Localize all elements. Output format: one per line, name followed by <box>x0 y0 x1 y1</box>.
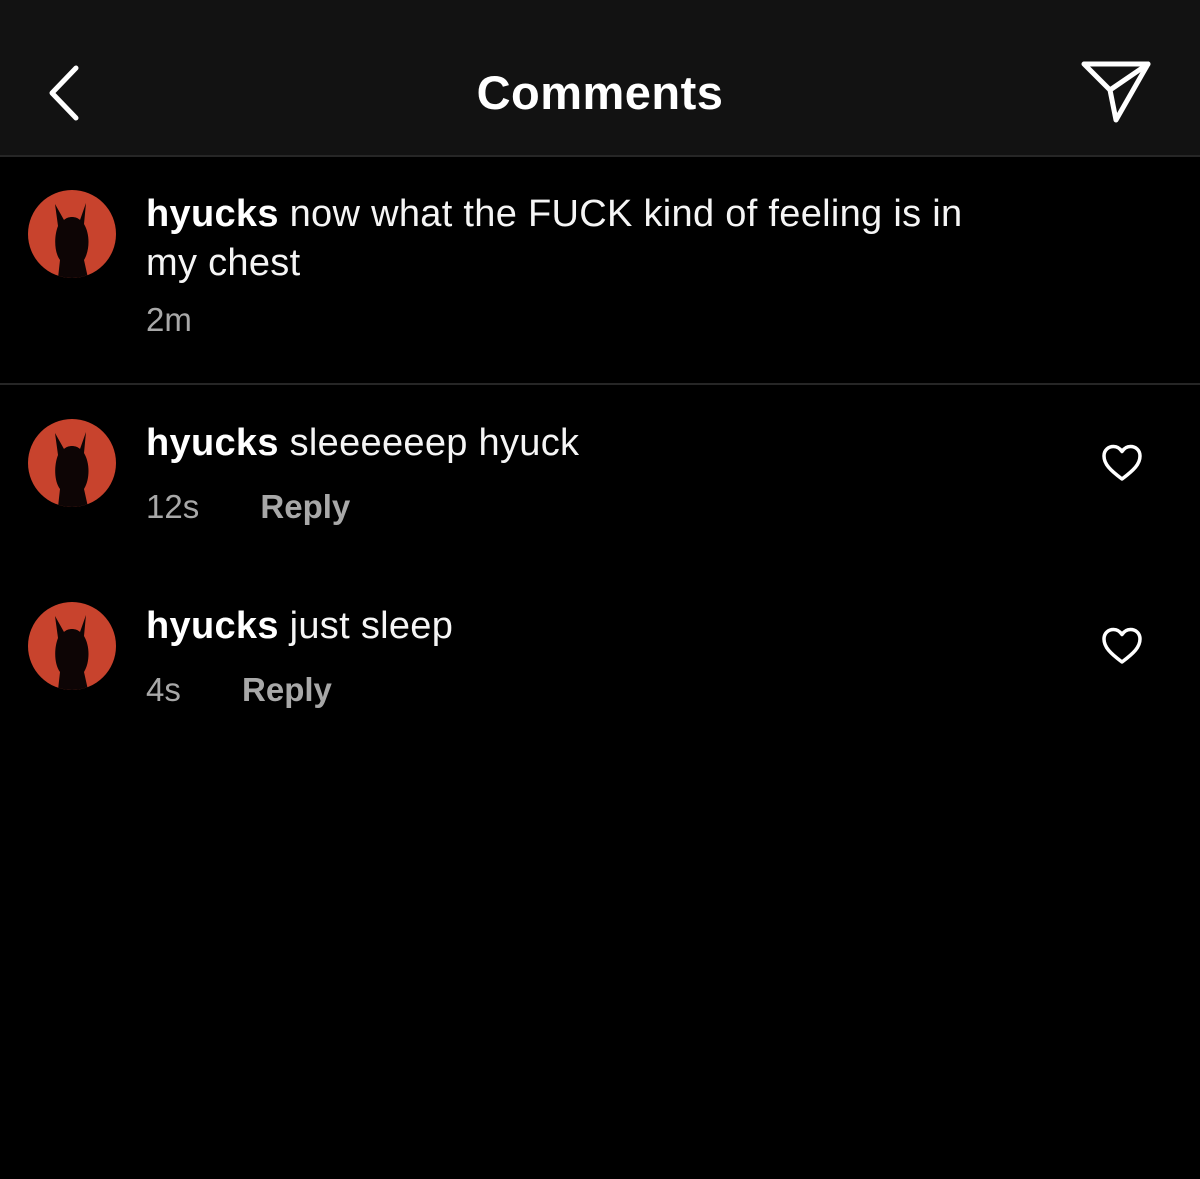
like-button[interactable] <box>1100 443 1144 483</box>
comment-meta: 12s Reply <box>146 487 350 527</box>
profile-silhouette-icon <box>28 190 116 278</box>
username[interactable]: hyucks <box>146 422 279 464</box>
share-button[interactable] <box>1076 58 1156 128</box>
comment-text: hyucks just sleep <box>146 602 453 651</box>
reply-button[interactable]: Reply <box>260 488 350 525</box>
reply-button[interactable]: Reply <box>242 671 332 708</box>
header-bar: Comments <box>0 0 1200 157</box>
caption-section: hyucks now what the FUCK kind of feeling… <box>0 157 1200 385</box>
heart-outline-icon <box>1102 444 1142 481</box>
timestamp: 12s <box>146 488 200 525</box>
caption-line-1: now what the FUCK kind of feeling is in <box>289 193 963 235</box>
comment-body: sleeeeeep hyuck <box>289 422 580 464</box>
timestamp: 4s <box>146 671 181 708</box>
avatar[interactable] <box>28 190 116 278</box>
comment-body: just sleep <box>289 605 454 647</box>
caption-text: hyucks now what the FUCK kind of feeling… <box>146 190 962 288</box>
avatar[interactable] <box>28 602 116 690</box>
username[interactable]: hyucks <box>146 193 279 235</box>
avatar[interactable] <box>28 419 116 507</box>
like-button[interactable] <box>1100 626 1144 666</box>
profile-silhouette-icon <box>28 419 116 507</box>
caption-timestamp: 2m <box>146 300 192 340</box>
timestamp: 2m <box>146 301 192 338</box>
profile-silhouette-icon <box>28 602 116 690</box>
paper-plane-icon <box>1081 61 1151 123</box>
heart-outline-icon <box>1102 627 1142 664</box>
page-title: Comments <box>476 66 724 119</box>
comment-meta: 4s Reply <box>146 670 332 710</box>
caption-line-2: my chest <box>146 242 301 284</box>
comment-text: hyucks sleeeeeep hyuck <box>146 419 579 468</box>
username[interactable]: hyucks <box>146 605 279 647</box>
